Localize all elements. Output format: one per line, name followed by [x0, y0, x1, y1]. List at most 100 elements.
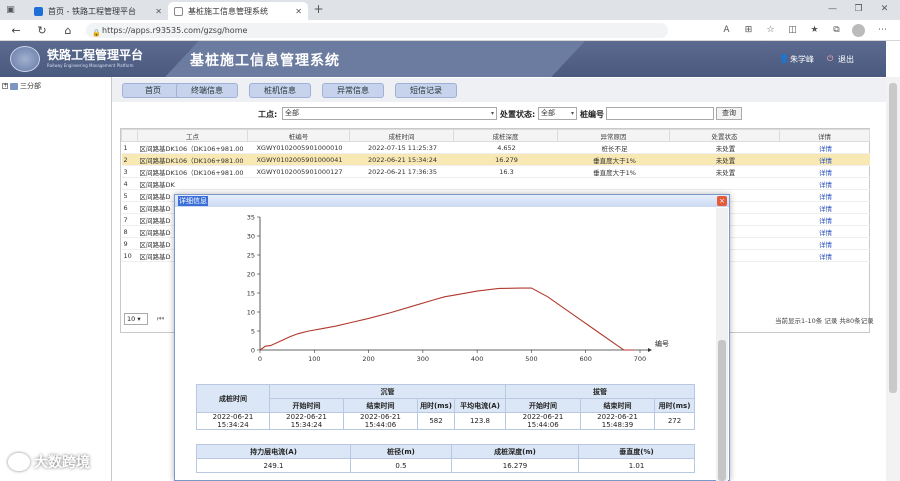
table-row[interactable]: 4 区间路基DK 详情 [121, 177, 870, 190]
table-row[interactable]: 2 区间路基DK106（DK106+981.00 XGWY0102005901000… [121, 153, 870, 166]
table-cell: 未处置 [669, 141, 780, 154]
user-icon: 👤 [779, 54, 789, 63]
table-cell: 7 [121, 213, 138, 226]
browser-tab-pile-system[interactable]: 基桩施工信息管理系统 ✕ [168, 2, 308, 20]
details-link[interactable]: 详情 [779, 225, 870, 238]
pile-no-input[interactable] [606, 107, 714, 120]
url-field[interactable]: https://apps.r93535.com/gzsg/home [86, 23, 668, 38]
logout-icon[interactable]: ⏻ [827, 54, 833, 64]
app-name-en: Railway Engineering Management Platform [47, 63, 134, 68]
column-header[interactable] [121, 129, 138, 142]
modal-header[interactable] [175, 195, 729, 207]
profile-avatar[interactable] [852, 24, 865, 37]
home-icon[interactable]: ⌂ [60, 23, 76, 38]
column-header[interactable]: 成桩时间 [349, 129, 454, 142]
back-icon[interactable]: ← [8, 23, 24, 38]
page-scrollbar[interactable] [886, 77, 900, 481]
modal-scrollbar[interactable] [716, 208, 728, 481]
maximize-icon[interactable]: ❐ [852, 3, 865, 16]
depth-series-line [259, 287, 635, 351]
column-header[interactable]: 成桩深度 [453, 129, 558, 142]
status-select[interactable]: 全部 ▾ [538, 107, 577, 120]
page-size-select[interactable]: 10 ▾ [124, 313, 148, 325]
y-tick-label: 10 [247, 309, 255, 317]
browser-profile-icon[interactable]: ▣ [4, 4, 17, 17]
column-header[interactable]: 桩编号 [247, 129, 350, 142]
table-cell: 区间路基DK106（DK106+981.00 [137, 165, 248, 178]
sub-header: 结束时间 [343, 398, 418, 413]
menu-exception-info[interactable]: 异常信息 [322, 83, 384, 98]
split-screen-icon[interactable]: ◫ [786, 24, 799, 37]
tree-root[interactable]: + 三分部 [2, 81, 41, 91]
x-tick-label: 100 [308, 355, 320, 363]
scrollbar-thumb[interactable] [889, 83, 897, 393]
table-cell [669, 177, 780, 190]
column-header[interactable]: 处置状态 [669, 129, 780, 142]
table-cell: 未处置 [669, 165, 780, 178]
tab-label: 基桩施工信息管理系统 [188, 6, 268, 16]
table-cell: 16.3 [453, 165, 558, 178]
y-axis: 0 5 10 15 20 25 30 35 [247, 214, 261, 355]
new-tab-icon[interactable]: + [312, 3, 325, 16]
browser-tab-home[interactable]: 首页 - 铁路工程管理平台 ✕ [28, 2, 168, 20]
details-link[interactable]: 详情 [779, 249, 870, 262]
scrollbar-thumb[interactable] [718, 340, 726, 481]
table-cell: 8 [121, 225, 138, 238]
y-tick-label: 20 [247, 271, 255, 279]
more-icon[interactable]: ⋯ [876, 24, 889, 37]
x-tick-label: 700 [634, 355, 646, 363]
lock-icon[interactable]: 🔒 [90, 27, 103, 40]
collections-icon[interactable]: ⧉ [830, 24, 843, 37]
first-page-icon[interactable]: ⏮ [157, 314, 164, 324]
menu-home[interactable]: 首页 [122, 83, 184, 98]
pile-time-header: 成桩时间 [196, 384, 270, 413]
details-link[interactable]: 详情 [779, 177, 870, 190]
sub-header: 用时(ms) [654, 398, 695, 413]
details-link[interactable]: 详情 [779, 201, 870, 214]
details-link[interactable]: 详情 [779, 189, 870, 202]
favorite-icon[interactable]: ☆ [764, 24, 777, 37]
details-link[interactable]: 详情 [779, 213, 870, 226]
reload-icon[interactable]: ↻ [34, 23, 50, 38]
modal-close-button[interactable]: × [717, 196, 727, 206]
table-row[interactable]: 1 区间路基DK106（DK106+981.00 XGWY0102005901000… [121, 141, 870, 154]
table-cell [453, 177, 558, 190]
address-bar: ← ↻ ⌂ https://apps.r93535.com/gzsg/home … [0, 20, 900, 41]
app-available-icon[interactable]: ⊞ [742, 24, 755, 37]
table-cell: 2 [121, 153, 138, 166]
table-cell [557, 177, 670, 190]
menu-terminal-info[interactable]: 终端信息 [176, 83, 238, 98]
site-select[interactable]: 全部 ▾ [282, 107, 497, 120]
close-window-icon[interactable]: ✕ [878, 3, 891, 16]
details-link[interactable]: 详情 [779, 153, 870, 166]
close-tab-icon[interactable]: ✕ [295, 7, 302, 16]
table-cell: 未处置 [669, 153, 780, 166]
menu-sms-records[interactable]: 短信记录 [395, 83, 457, 98]
railway-logo [10, 46, 40, 72]
table-cell: 区间路基DK106（DK106+981.00 [137, 141, 248, 154]
tree-root-label[interactable]: 三分部 [20, 81, 41, 91]
sink-header: 沉管 [269, 384, 506, 399]
table-cell: 5 [121, 189, 138, 202]
minimize-icon[interactable]: — [826, 3, 839, 16]
table-row[interactable]: 3 区间路基DK106（DK106+981.00 XGWY0102005901000… [121, 165, 870, 178]
logout-link[interactable]: 退出 [838, 54, 854, 65]
table-cell: 垂直度大于1% [557, 165, 670, 178]
column-header[interactable]: 详情 [779, 129, 870, 142]
menu-pile-machine-info[interactable]: 桩机信息 [249, 83, 311, 98]
pull-header: 拔管 [505, 384, 695, 399]
plot-area [259, 287, 635, 351]
status-label: 处置状态: [500, 110, 536, 119]
read-aloud-icon[interactable]: A [720, 24, 733, 37]
expand-icon[interactable]: + [2, 83, 8, 89]
table-cell: 6 [121, 201, 138, 214]
value-cell: 582 [417, 412, 455, 430]
column-header[interactable]: 工点 [137, 129, 248, 142]
favorites-list-icon[interactable]: ★ [808, 24, 821, 37]
search-button[interactable]: 查询 [716, 107, 742, 120]
column-header[interactable]: 异常原因 [557, 129, 670, 142]
details-link[interactable]: 详情 [779, 165, 870, 178]
details-link[interactable]: 详情 [779, 237, 870, 250]
details-link[interactable]: 详情 [779, 141, 870, 154]
close-tab-icon[interactable]: ✕ [155, 7, 162, 16]
